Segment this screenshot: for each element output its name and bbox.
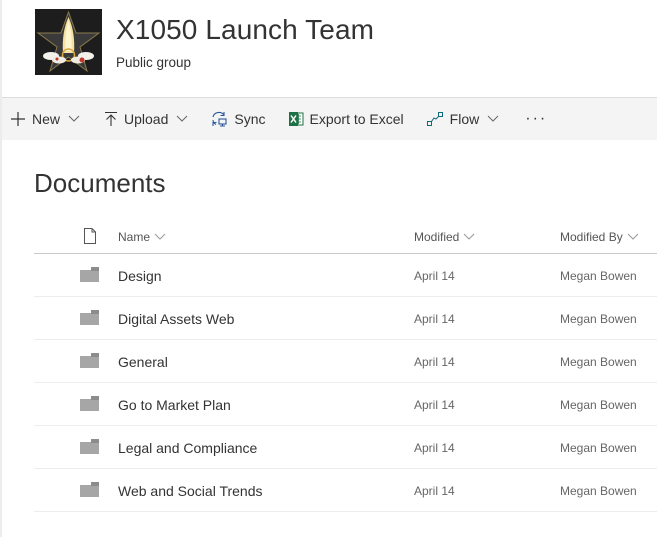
more-options-button[interactable]: ··· [517, 98, 555, 140]
more-icon: ··· [525, 110, 548, 127]
folder-name-link[interactable]: Legal and Compliance [118, 440, 257, 456]
folder-icon [80, 482, 99, 502]
folder-icon [80, 353, 99, 373]
modified-by: Megan Bowen [560, 484, 637, 498]
modified-by: Megan Bowen [560, 441, 637, 455]
modified-by: Megan Bowen [560, 398, 637, 412]
command-bar: New Upload Sync Export to Excel Flow ··· [2, 98, 657, 140]
chevron-down-icon [68, 115, 80, 123]
modified-date: April 14 [414, 355, 455, 369]
sync-button[interactable]: Sync [202, 98, 273, 140]
library-title: Documents [34, 168, 166, 198]
list-row[interactable]: Go to Market Plan April 14 Megan Bowen [34, 383, 657, 426]
folder-icon [80, 267, 99, 287]
chevron-down-icon [627, 233, 639, 241]
chevron-down-icon [176, 115, 188, 123]
document-icon [84, 228, 96, 244]
site-header: X1050 Launch Team Public group [2, 0, 657, 98]
folder-name-link[interactable]: Web and Social Trends [118, 483, 263, 499]
list-row[interactable]: Design April 14 Megan Bowen [34, 254, 657, 297]
modified-date: April 14 [414, 312, 455, 326]
excel-icon [288, 111, 304, 127]
chevron-down-icon [154, 233, 166, 241]
new-label: New [32, 111, 61, 127]
modified-date: April 14 [414, 269, 455, 283]
site-logo[interactable] [35, 9, 102, 75]
site-privacy-label: Public group [116, 55, 192, 70]
list-header: Name Modified Modified By [34, 216, 657, 254]
chevron-down-icon [487, 115, 499, 123]
modified-by: Megan Bowen [560, 355, 637, 369]
file-type-column-header[interactable] [83, 228, 97, 247]
sync-label: Sync [234, 111, 266, 127]
list-row[interactable]: General April 14 Megan Bowen [34, 340, 657, 383]
plus-icon [10, 111, 26, 127]
modified-by: Megan Bowen [560, 269, 637, 283]
modified-header-label: Modified [414, 230, 460, 244]
chevron-down-icon [463, 233, 475, 241]
list-row[interactable]: Digital Assets Web April 14 Megan Bowen [34, 297, 657, 340]
export-to-excel-button[interactable]: Export to Excel [280, 98, 412, 140]
sync-icon [210, 111, 228, 127]
modified-date: April 14 [414, 484, 455, 498]
modified-column-header[interactable]: Modified [414, 230, 475, 244]
folder-icon [80, 310, 99, 330]
upload-icon [104, 111, 118, 127]
list-row[interactable]: Legal and Compliance April 14 Megan Bowe… [34, 426, 657, 469]
modified-date: April 14 [414, 398, 455, 412]
document-list: Name Modified Modified By Design April 1… [34, 216, 657, 512]
new-button[interactable]: New [2, 98, 88, 140]
flow-label: Flow [449, 111, 480, 127]
flow-icon [426, 111, 444, 127]
folder-name-link[interactable]: Go to Market Plan [118, 397, 231, 413]
folder-icon [80, 439, 99, 459]
name-header-label: Name [118, 230, 151, 244]
list-row[interactable]: Web and Social Trends April 14 Megan Bow… [34, 469, 657, 512]
folder-name-link[interactable]: Design [118, 268, 162, 284]
flow-button[interactable]: Flow [418, 98, 508, 140]
rocket-star-logo-icon [35, 9, 102, 75]
folder-name-link[interactable]: General [118, 354, 168, 370]
folder-name-link[interactable]: Digital Assets Web [118, 311, 234, 327]
modified-by: Megan Bowen [560, 312, 637, 326]
modified-by-header-label: Modified By [560, 230, 623, 244]
site-title: X1050 Launch Team [116, 14, 375, 45]
upload-label: Upload [124, 111, 169, 127]
export-to-excel-label: Export to Excel [309, 111, 404, 127]
name-column-header[interactable]: Name [118, 230, 166, 244]
folder-icon [80, 396, 99, 416]
modified-by-column-header[interactable]: Modified By [560, 230, 639, 244]
modified-date: April 14 [414, 441, 455, 455]
upload-button[interactable]: Upload [96, 98, 196, 140]
